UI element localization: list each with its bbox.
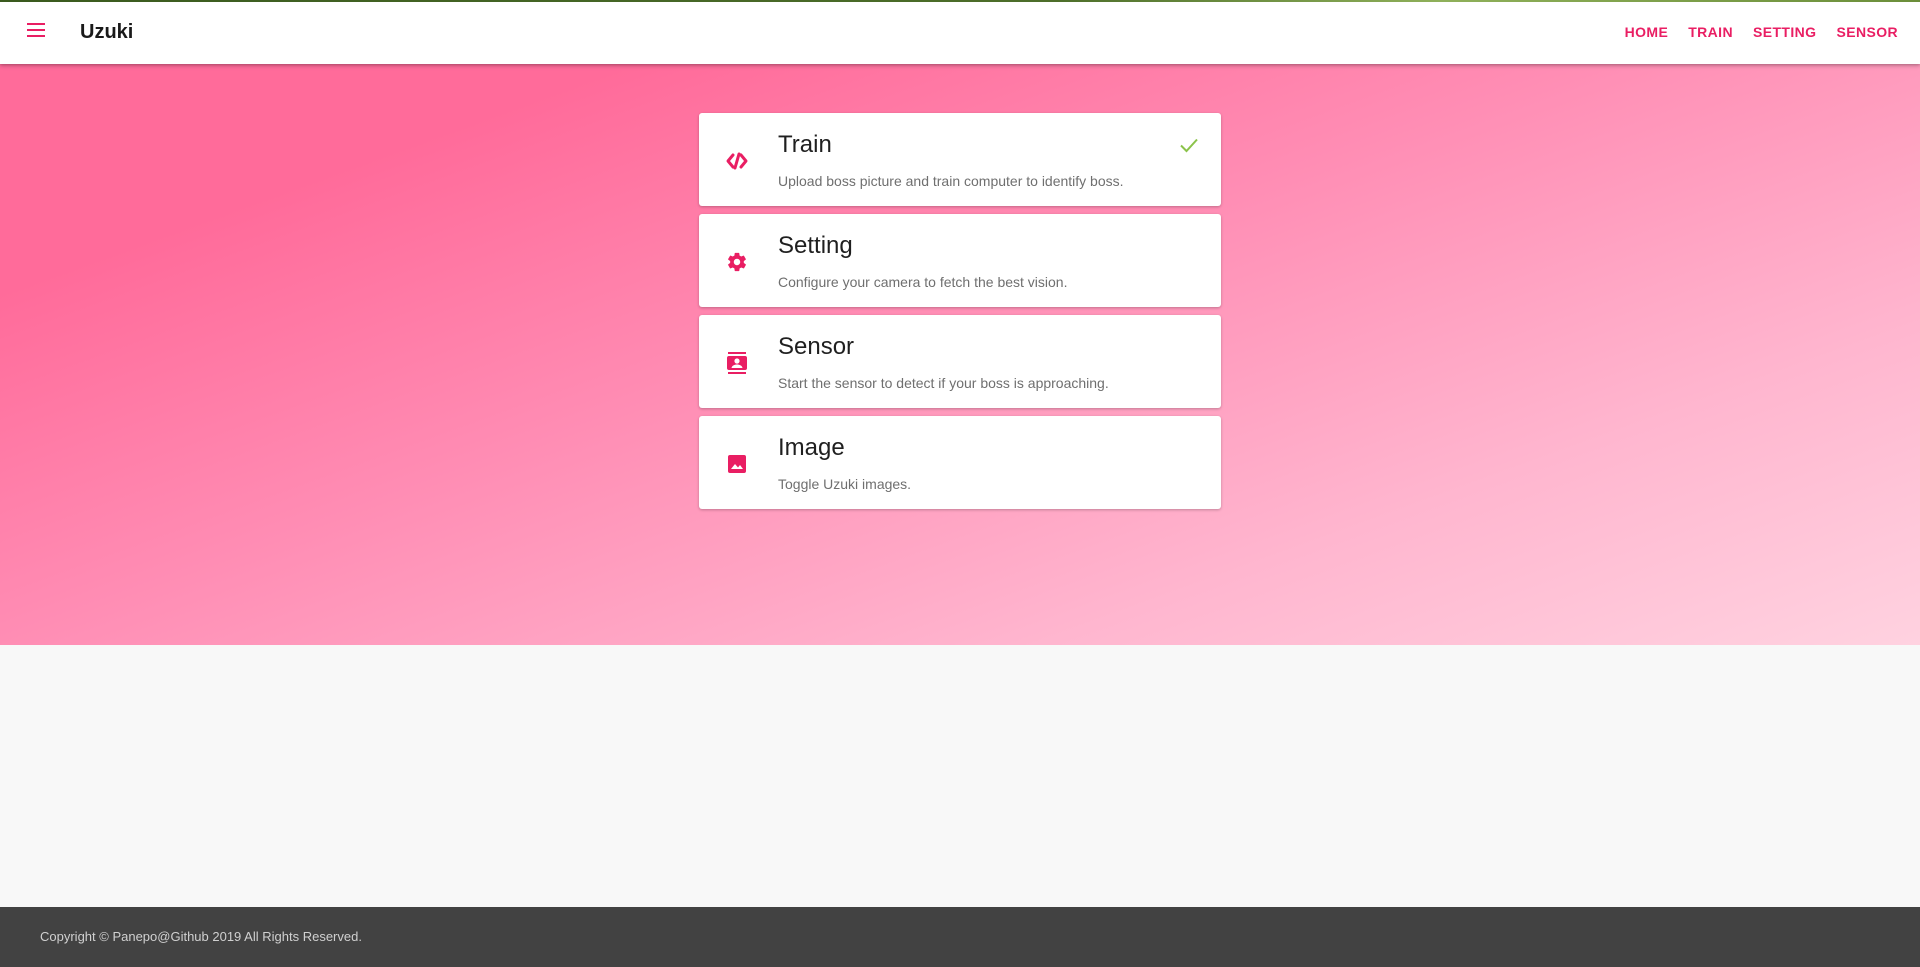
card-title: Setting <box>778 232 853 259</box>
copyright-text: Copyright © Panepo@Github 2019 All Right… <box>40 929 362 944</box>
feature-card-list: Train Upload boss picture and train comp… <box>699 113 1221 509</box>
nav-train-link[interactable]: TRAIN <box>1688 20 1733 44</box>
card-title: Sensor <box>778 333 855 360</box>
card-description: Configure your camera to fetch the best … <box>778 274 1068 290</box>
image-icon <box>725 452 749 476</box>
card-title: Train <box>778 131 832 158</box>
nav-home-link[interactable]: HOME <box>1625 20 1669 44</box>
card-train[interactable]: Train Upload boss picture and train comp… <box>699 113 1221 206</box>
nav-sensor-link[interactable]: SENSOR <box>1836 20 1898 44</box>
code-slash-icon <box>725 149 749 173</box>
card-description: Upload boss picture and train computer t… <box>778 173 1124 189</box>
gear-icon <box>725 250 749 274</box>
contacts-icon <box>725 351 749 375</box>
nav-setting-link[interactable]: SETTING <box>1753 20 1816 44</box>
check-icon <box>1177 133 1201 157</box>
card-description: Start the sensor to detect if your boss … <box>778 375 1109 391</box>
card-description: Toggle Uzuki images. <box>778 476 912 492</box>
hamburger-menu-icon <box>27 22 45 42</box>
top-accent-line <box>0 0 1920 2</box>
menu-button[interactable] <box>22 20 50 44</box>
page-footer: Copyright © Panepo@Github 2019 All Right… <box>0 907 1920 967</box>
card-setting[interactable]: Setting Configure your camera to fetch t… <box>699 214 1221 307</box>
card-image[interactable]: Image Toggle Uzuki images. <box>699 416 1221 509</box>
app-title: Uzuki <box>80 21 134 43</box>
app-toolbar: Uzuki HOME TRAIN SETTING SENSOR <box>0 0 1920 64</box>
card-sensor[interactable]: Sensor Start the sensor to detect if you… <box>699 315 1221 408</box>
top-nav: HOME TRAIN SETTING SENSOR <box>1625 20 1898 44</box>
card-title: Image <box>778 434 845 461</box>
